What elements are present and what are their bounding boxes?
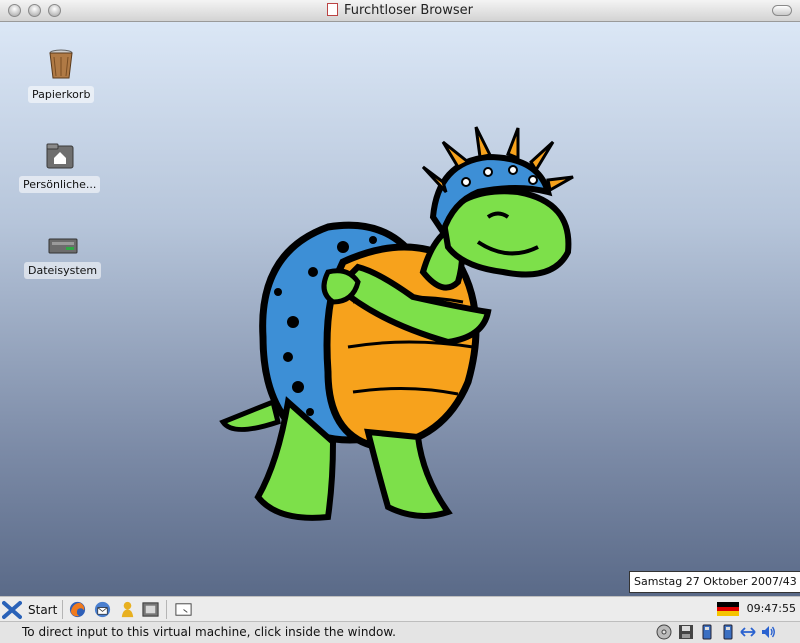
floppy-icon[interactable] bbox=[678, 624, 694, 640]
window-titlebar[interactable]: Furchtloser Browser bbox=[0, 0, 800, 22]
taskbar-separator bbox=[166, 600, 167, 619]
window-title-text: Furchtloser Browser bbox=[343, 3, 474, 18]
home-folder-icon bbox=[46, 143, 74, 169]
start-button[interactable]: Start bbox=[2, 599, 57, 620]
window-title: Furchtloser Browser bbox=[0, 3, 800, 18]
taskbar-clock[interactable]: 09:47:55 bbox=[747, 602, 796, 615]
film-icon[interactable] bbox=[141, 600, 160, 619]
filesystem-icon bbox=[48, 238, 78, 254]
turtle-mascot-illustration bbox=[219, 126, 574, 521]
cd-icon[interactable] bbox=[656, 624, 672, 640]
usb-icon[interactable] bbox=[699, 624, 715, 640]
german-flag-icon[interactable] bbox=[717, 602, 739, 616]
document-icon bbox=[326, 3, 338, 16]
vm-statusbar: To direct input to this virtual machine,… bbox=[0, 621, 800, 643]
vm-status-text: To direct input to this virtual machine,… bbox=[22, 625, 396, 639]
desktop-icon-persoenlich[interactable]: Persönliche... bbox=[19, 142, 101, 193]
trash-icon bbox=[49, 49, 73, 79]
network-icon[interactable] bbox=[740, 624, 756, 640]
desktop-icon-dateisystem[interactable]: Dateisystem bbox=[24, 236, 102, 279]
start-icon bbox=[2, 600, 22, 619]
start-label: Start bbox=[28, 602, 58, 617]
taskbar-separator bbox=[62, 600, 63, 619]
desktop-icon[interactable] bbox=[174, 600, 193, 619]
desktop[interactable]: Papierkorb Persönliche... Dateisystem Sa… bbox=[0, 22, 800, 596]
toolbar-toggle-button[interactable] bbox=[772, 5, 792, 16]
taskbar: Start 09:47:55 bbox=[0, 596, 800, 621]
desktop-icon-papierkorb[interactable]: Papierkorb bbox=[28, 48, 95, 103]
usb-icon[interactable] bbox=[720, 624, 736, 640]
date-tooltip: Samstag 27 Oktober 2007/43 bbox=[629, 571, 800, 593]
desktop-icon-label: Dateisystem bbox=[24, 262, 102, 279]
thunderbird-icon[interactable] bbox=[93, 600, 112, 619]
contacts-icon[interactable] bbox=[118, 600, 137, 619]
desktop-icon-label: Papierkorb bbox=[28, 86, 95, 103]
audio-icon[interactable] bbox=[760, 624, 776, 640]
firefox-icon[interactable] bbox=[68, 600, 87, 619]
desktop-icon-label: Persönliche... bbox=[19, 176, 101, 193]
